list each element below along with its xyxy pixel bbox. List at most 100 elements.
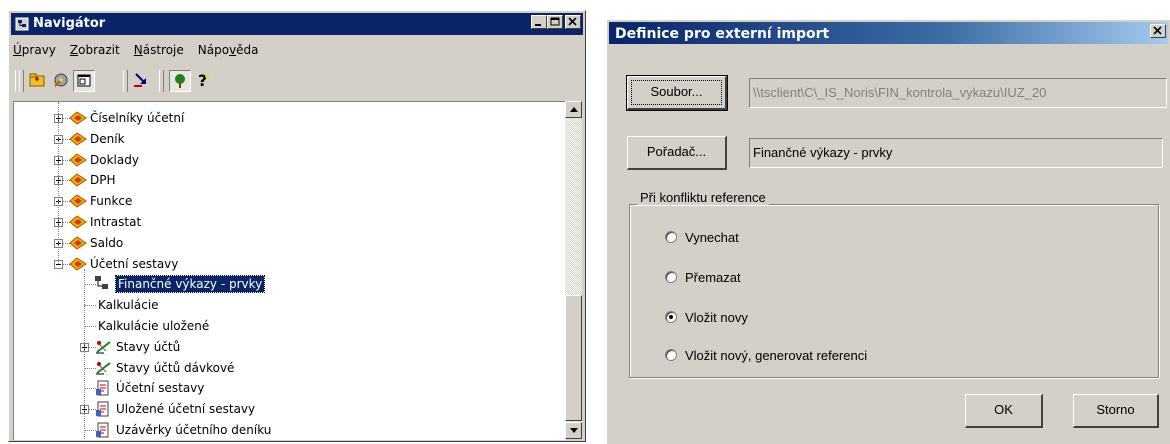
menu-nastroje[interactable]: Nástroje xyxy=(134,41,184,61)
navigator-tree[interactable]: Číselníky účetní Deník Doklady DPH Funkce Int… xyxy=(13,101,566,440)
arrow-down-icon xyxy=(570,428,578,433)
tree-node-label[interactable]: Saldo xyxy=(90,233,123,253)
tree-icon xyxy=(175,74,185,88)
radio-button-selected-icon xyxy=(665,311,677,323)
tree-node[interactable]: Uzávěrky účetního deníku xyxy=(14,420,566,440)
tree-node-label[interactable]: Funkce xyxy=(90,191,132,211)
file-path-field[interactable]: \\tsclient\C\_IS_Noris\FIN_kontrola_vyka… xyxy=(749,78,1167,108)
tree-node[interactable]: Finančné výkazy - prvky xyxy=(14,274,566,294)
folder-field[interactable]: Finančné výkazy - prvky xyxy=(749,138,1163,168)
new-folder-button[interactable] xyxy=(27,70,49,92)
focus-rect xyxy=(631,80,722,105)
minimize-button[interactable] xyxy=(531,15,547,29)
radio-label: Vložit novy xyxy=(685,310,748,325)
tree-app-icon xyxy=(15,17,29,31)
tree-node-label[interactable]: Intrastat xyxy=(90,212,141,232)
tree-node[interactable]: Intrastat xyxy=(14,212,566,232)
tree-view-button[interactable] xyxy=(169,70,191,92)
dialog-close-button[interactable] xyxy=(1150,24,1166,38)
tree-node-label[interactable]: Uzávěrky účetního deníku xyxy=(116,420,271,440)
scroll-thumb[interactable] xyxy=(565,295,582,421)
new-folder-icon xyxy=(29,73,45,87)
menu-bar: Úpravy Zobrazit Nástroje Nápověda xyxy=(13,41,259,61)
menu-upravy[interactable]: Úpravy xyxy=(13,41,56,61)
window-icon xyxy=(77,74,91,87)
tree-node-label[interactable]: Uložené účetní sestavy xyxy=(116,399,255,419)
tree-node-label[interactable]: Finančné výkazy - prvky xyxy=(114,275,266,294)
folder-button-label: Pořadač... xyxy=(646,144,707,159)
navigator-title: Navigátor xyxy=(33,16,106,31)
toolbar: ? xyxy=(13,66,581,96)
toolbar-grip[interactable] xyxy=(19,70,24,92)
scroll-up-button[interactable] xyxy=(565,101,582,118)
close-button[interactable] xyxy=(565,15,581,29)
radio-label: Vložit nový, generovat referenci xyxy=(685,348,868,363)
tree-node-label[interactable]: Účetní sestavy xyxy=(90,254,178,274)
navigator-titlebar[interactable]: Navigátor xyxy=(11,13,583,35)
tree-node-label[interactable]: Účetní sestavy xyxy=(116,378,204,398)
import-dialog: Definice pro externí import Soubor... \\… xyxy=(606,19,1170,444)
maximize-button[interactable] xyxy=(547,15,563,29)
tree-scrollbar[interactable] xyxy=(565,101,582,439)
dialog-title: Definice pro externí import xyxy=(615,26,830,42)
close-icon xyxy=(1153,26,1162,35)
maximize-icon xyxy=(550,17,560,26)
toolbar-separator xyxy=(123,70,128,92)
navigator-window: Navigátor Úpravy Zobrazit Nástroje Nápov… xyxy=(8,10,586,442)
arrow-up-icon xyxy=(570,107,578,112)
cancel-button-label: Storno xyxy=(1096,402,1135,417)
close-icon xyxy=(568,17,577,26)
svg-text:?: ? xyxy=(198,71,207,90)
tree-connector xyxy=(84,268,85,439)
tree-node[interactable]: Doklady xyxy=(14,150,566,170)
tree-node[interactable]: Saldo xyxy=(14,233,566,253)
radio-button-icon xyxy=(665,349,677,361)
tree-node[interactable]: Kalkulácie xyxy=(14,295,566,315)
scroll-down-button[interactable] xyxy=(565,422,582,439)
tree-node-label[interactable]: Doklady xyxy=(90,150,139,170)
hierarchy-icon xyxy=(94,275,110,297)
toolbar-separator xyxy=(159,70,164,92)
dialog-titlebar[interactable]: Definice pro externí import xyxy=(609,22,1168,44)
settings-button[interactable] xyxy=(51,70,73,92)
tree-node[interactable]: Stavy účtů xyxy=(14,337,566,357)
gear-icon xyxy=(54,73,68,87)
tree-node-label[interactable]: Kalkulácie xyxy=(98,295,159,315)
tree-node-label[interactable]: Kalkulácie uložené xyxy=(98,316,209,336)
file-button[interactable]: Soubor... xyxy=(626,75,728,111)
tree-node[interactable]: Uložené účetní sestavy xyxy=(14,399,566,419)
ok-button-label: OK xyxy=(994,402,1013,417)
menu-napoveda[interactable]: Nápověda xyxy=(198,41,259,61)
window-view-button[interactable] xyxy=(73,70,95,92)
conflict-group-label: Při konfliktu reference xyxy=(637,190,769,205)
report-icon xyxy=(94,421,112,440)
minimize-icon xyxy=(535,24,541,26)
tree-node-label[interactable]: Deník xyxy=(90,129,125,149)
help-button[interactable]: ? xyxy=(193,70,215,92)
tree-node-label[interactable]: Číselníky účetní xyxy=(90,108,184,128)
tree-node[interactable]: DPH xyxy=(14,170,566,190)
radio-button-icon xyxy=(665,231,677,243)
radio-label: Vynechat xyxy=(685,230,739,245)
folder-button[interactable]: Pořadač... xyxy=(627,136,727,170)
tree-node[interactable]: Kalkulácie uložené xyxy=(14,316,566,336)
cancel-button[interactable]: Storno xyxy=(1073,394,1159,428)
tree-node[interactable]: Číselníky účetní xyxy=(14,108,566,128)
radio-label: Přemazat xyxy=(685,270,741,285)
tree-node[interactable]: Účetní sestavy xyxy=(14,378,566,398)
tree-connector xyxy=(58,102,59,264)
tree-node-label[interactable]: DPH xyxy=(90,170,116,190)
radio-button-icon xyxy=(665,271,677,283)
tree-connector xyxy=(84,305,96,307)
tree-node[interactable]: Stavy účtů dávkové xyxy=(14,358,566,378)
tree-node-label[interactable]: Stavy účtů xyxy=(116,337,180,357)
tree-node-label[interactable]: Stavy účtů dávkové xyxy=(116,358,234,378)
ok-button[interactable]: OK xyxy=(965,394,1043,428)
tree-node[interactable]: Účetní sestavy xyxy=(14,254,566,274)
menu-zobrazit[interactable]: Zobrazit xyxy=(70,41,120,61)
question-icon: ? xyxy=(198,71,209,90)
arrow-down-right-icon xyxy=(134,73,146,87)
tree-node[interactable]: Funkce xyxy=(14,191,566,211)
jump-button[interactable] xyxy=(131,70,153,92)
tree-node[interactable]: Deník xyxy=(14,129,566,149)
